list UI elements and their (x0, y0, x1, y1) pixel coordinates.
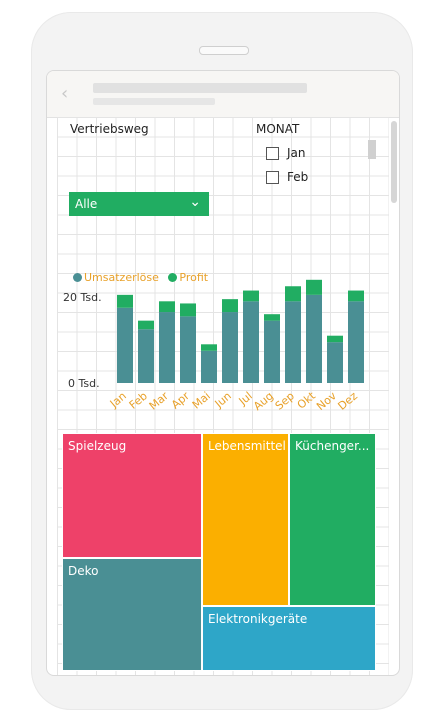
bar-profit-aug[interactable] (264, 314, 280, 321)
treemap-tile-label: Küchenger... (295, 439, 370, 453)
x-tick-label: Jan (107, 389, 129, 411)
x-tick-label: Jun (212, 389, 234, 411)
page-scrollbar[interactable] (391, 121, 397, 203)
treemap-tile-label: Spielzeug (68, 439, 127, 453)
bar-chart: JanFebMarAprMai Jun JulAugSepOktNovDez (107, 279, 364, 413)
treemap-tile-label: Deko (68, 564, 99, 578)
bar-umsatz-jun[interactable] (222, 312, 238, 383)
treemap-tile-label: Lebensmittel (208, 439, 286, 453)
bar-umsatz-sep[interactable] (285, 301, 301, 383)
treemap-tile[interactable]: Lebensmittel (202, 433, 289, 606)
bar-umsatz-nov[interactable] (327, 342, 343, 383)
report-screen: ‹ Vertriebsweg Alle ⌄ MONAT Jan Feb Umsa… (46, 70, 400, 676)
bar-umsatz-mar[interactable] (159, 312, 175, 383)
bar-profit-sep[interactable] (285, 286, 301, 302)
bar-profit-jun[interactable] (222, 299, 238, 313)
treemap-tile-label: Elektronikgeräte (208, 612, 308, 626)
x-tick-label: Mai (190, 389, 213, 411)
bar-profit-mai[interactable] (201, 344, 217, 351)
x-tick-label: Nov (314, 389, 339, 413)
treemap-tile[interactable]: Küchenger... (289, 433, 376, 606)
treemap-tile[interactable]: Spielzeug (62, 433, 202, 558)
phone-speaker (199, 46, 249, 55)
treemap-tile[interactable]: Elektronikgeräte (202, 606, 376, 671)
x-tick-label: Okt (295, 389, 319, 412)
bar-umsatz-dez[interactable] (348, 301, 364, 383)
bar-umsatz-jan[interactable] (117, 307, 133, 383)
bar-umsatz-mai[interactable] (201, 350, 217, 383)
x-tick-label: Aug (251, 389, 276, 413)
x-tick-label: Dez (335, 389, 360, 413)
bar-umsatz-aug[interactable] (264, 320, 280, 383)
title-placeholder (93, 83, 307, 93)
bar-profit-mar[interactable] (159, 301, 175, 313)
bar-umsatz-okt[interactable] (306, 294, 322, 383)
report-header: ‹ (47, 71, 399, 118)
report-canvas: Vertriebsweg Alle ⌄ MONAT Jan Feb Umsatz… (57, 117, 389, 675)
back-arrow-icon[interactable]: ‹ (61, 85, 79, 103)
bar-profit-jan[interactable] (117, 294, 133, 308)
bar-profit-dez[interactable] (348, 290, 364, 302)
bar-profit-apr[interactable] (180, 303, 196, 317)
bar-profit-okt[interactable] (306, 279, 322, 295)
bar-umsatz-jul[interactable] (243, 301, 259, 383)
x-tick-label: Apr (169, 389, 192, 411)
bar-profit-nov[interactable] (327, 335, 343, 343)
x-tick-label: Sep (273, 389, 297, 412)
subtitle-placeholder (93, 98, 215, 105)
x-tick-label: Mar (147, 389, 172, 413)
bar-umsatz-feb[interactable] (138, 329, 154, 383)
bar-profit-jul[interactable] (243, 290, 259, 302)
treemap-tile[interactable]: Deko (62, 558, 202, 671)
bar-profit-feb[interactable] (138, 320, 154, 330)
bar-umsatz-apr[interactable] (180, 316, 196, 383)
x-tick-label: Feb (127, 389, 150, 411)
